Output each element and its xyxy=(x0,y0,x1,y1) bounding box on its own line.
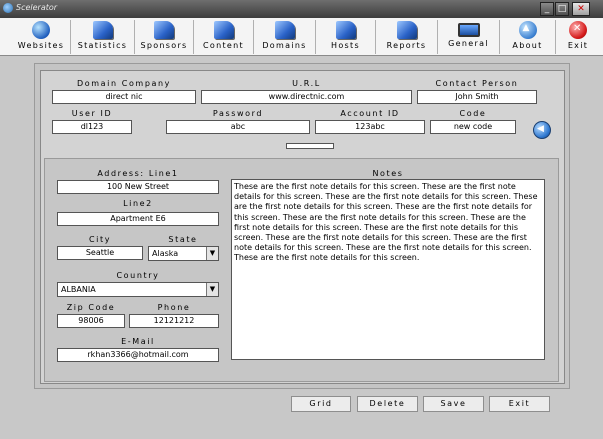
monitor-icon xyxy=(457,23,480,37)
address-line2-label: Line2 xyxy=(123,199,153,208)
toolbar-statistics-button[interactable]: Statistics xyxy=(71,20,135,54)
country-label: Country xyxy=(116,271,160,280)
toolbar-reports-button[interactable]: Reports xyxy=(376,20,438,54)
email-input[interactable]: rkhan3366@hotmail.com xyxy=(57,348,219,362)
email-label: E-Mail xyxy=(121,337,155,346)
toolbar-content-button[interactable]: Content xyxy=(194,20,254,54)
address-line2-input[interactable]: Apartment E6 xyxy=(57,212,219,226)
minimize-button[interactable]: _ xyxy=(540,2,554,16)
toolbar-label: Domains xyxy=(262,41,307,50)
notes-label: Notes xyxy=(372,169,404,178)
phone-label: Phone xyxy=(157,303,191,312)
contact-person-label: Contact Person xyxy=(435,79,519,88)
toolbar-exit-button[interactable]: Exit xyxy=(556,20,600,54)
toolbar-label: Content xyxy=(203,41,244,50)
toolbar-label: Reports xyxy=(386,41,427,50)
password-label: Password xyxy=(212,109,264,118)
toolbar-label: Exit xyxy=(567,41,589,50)
hosts-icon xyxy=(335,21,356,39)
city-input[interactable]: Seattle xyxy=(57,246,143,260)
toolbar-general-button[interactable]: General xyxy=(438,20,500,54)
chevron-down-icon[interactable]: ▼ xyxy=(206,283,218,296)
exit-icon xyxy=(569,21,587,39)
url-label: U.R.L xyxy=(292,79,321,88)
window-title: Scelerator xyxy=(16,3,58,12)
delete-button[interactable]: Delete xyxy=(357,396,418,412)
contact-person-input[interactable]: John Smith xyxy=(417,90,537,104)
grid-button[interactable]: Grid xyxy=(291,396,351,412)
toolbar-label: Hosts xyxy=(331,41,360,50)
domain-company-input[interactable]: direct nic xyxy=(52,90,196,104)
code-label: Code xyxy=(459,109,487,118)
maximize-button[interactable]: □ xyxy=(555,2,569,16)
progress-bar xyxy=(286,143,334,149)
account-id-label: Account ID xyxy=(340,109,400,118)
address-line1-input[interactable]: 100 New Street xyxy=(57,180,219,194)
account-id-input[interactable]: 123abc xyxy=(315,120,425,134)
globe-icon xyxy=(32,21,50,39)
user-id-label: User ID xyxy=(71,109,113,118)
url-input[interactable]: www.directnic.com xyxy=(201,90,412,104)
toolbar-label: General xyxy=(448,39,489,48)
toolbar-hosts-button[interactable]: Hosts xyxy=(316,20,376,54)
country-selected-value: ALBANIA xyxy=(61,285,96,294)
password-input[interactable]: abc xyxy=(166,120,310,134)
toolbar-about-button[interactable]: About xyxy=(500,20,556,54)
main-toolbar: Websites Statistics Sponsors Content Dom… xyxy=(0,18,603,56)
reports-icon xyxy=(396,21,417,39)
toolbar-sponsors-button[interactable]: Sponsors xyxy=(135,20,194,54)
toolbar-label: Websites xyxy=(17,41,65,50)
country-select[interactable]: ALBANIA ▼ xyxy=(57,282,219,297)
exit-button[interactable]: Exit xyxy=(489,396,550,412)
notes-textarea[interactable]: These are the first note details for thi… xyxy=(231,179,545,360)
toolbar-domains-button[interactable]: Domains xyxy=(254,20,316,54)
back-arrow-button[interactable] xyxy=(533,121,551,139)
state-selected-value: Alaska xyxy=(152,249,179,258)
zip-code-input[interactable]: 98006 xyxy=(57,314,125,328)
statistics-icon xyxy=(92,21,113,39)
zip-code-label: Zip Code xyxy=(66,303,116,312)
domains-icon xyxy=(274,21,295,39)
city-label: City xyxy=(88,235,112,244)
app-logo-icon xyxy=(3,3,13,13)
close-window-button[interactable]: ✕ xyxy=(572,2,590,16)
about-icon xyxy=(518,21,537,39)
address-line1-label: Address: Line1 xyxy=(97,169,179,178)
chevron-down-icon[interactable]: ▼ xyxy=(206,247,218,260)
phone-input[interactable]: 12121212 xyxy=(129,314,219,328)
code-input[interactable]: new code xyxy=(430,120,516,134)
user-id-input[interactable]: dl123 xyxy=(52,120,132,134)
toolbar-websites-button[interactable]: Websites xyxy=(12,20,71,54)
state-label: State xyxy=(168,235,198,244)
state-select[interactable]: Alaska ▼ xyxy=(148,246,219,261)
domain-company-label: Domain Company xyxy=(76,79,172,88)
content-icon xyxy=(213,21,234,39)
toolbar-label: Statistics xyxy=(77,41,128,50)
toolbar-label: About xyxy=(512,41,543,50)
toolbar-label: Sponsors xyxy=(140,41,188,50)
window-titlebar: Scelerator _ □ ✕ xyxy=(0,0,603,18)
save-button[interactable]: Save xyxy=(423,396,484,412)
sponsors-icon xyxy=(154,21,174,39)
